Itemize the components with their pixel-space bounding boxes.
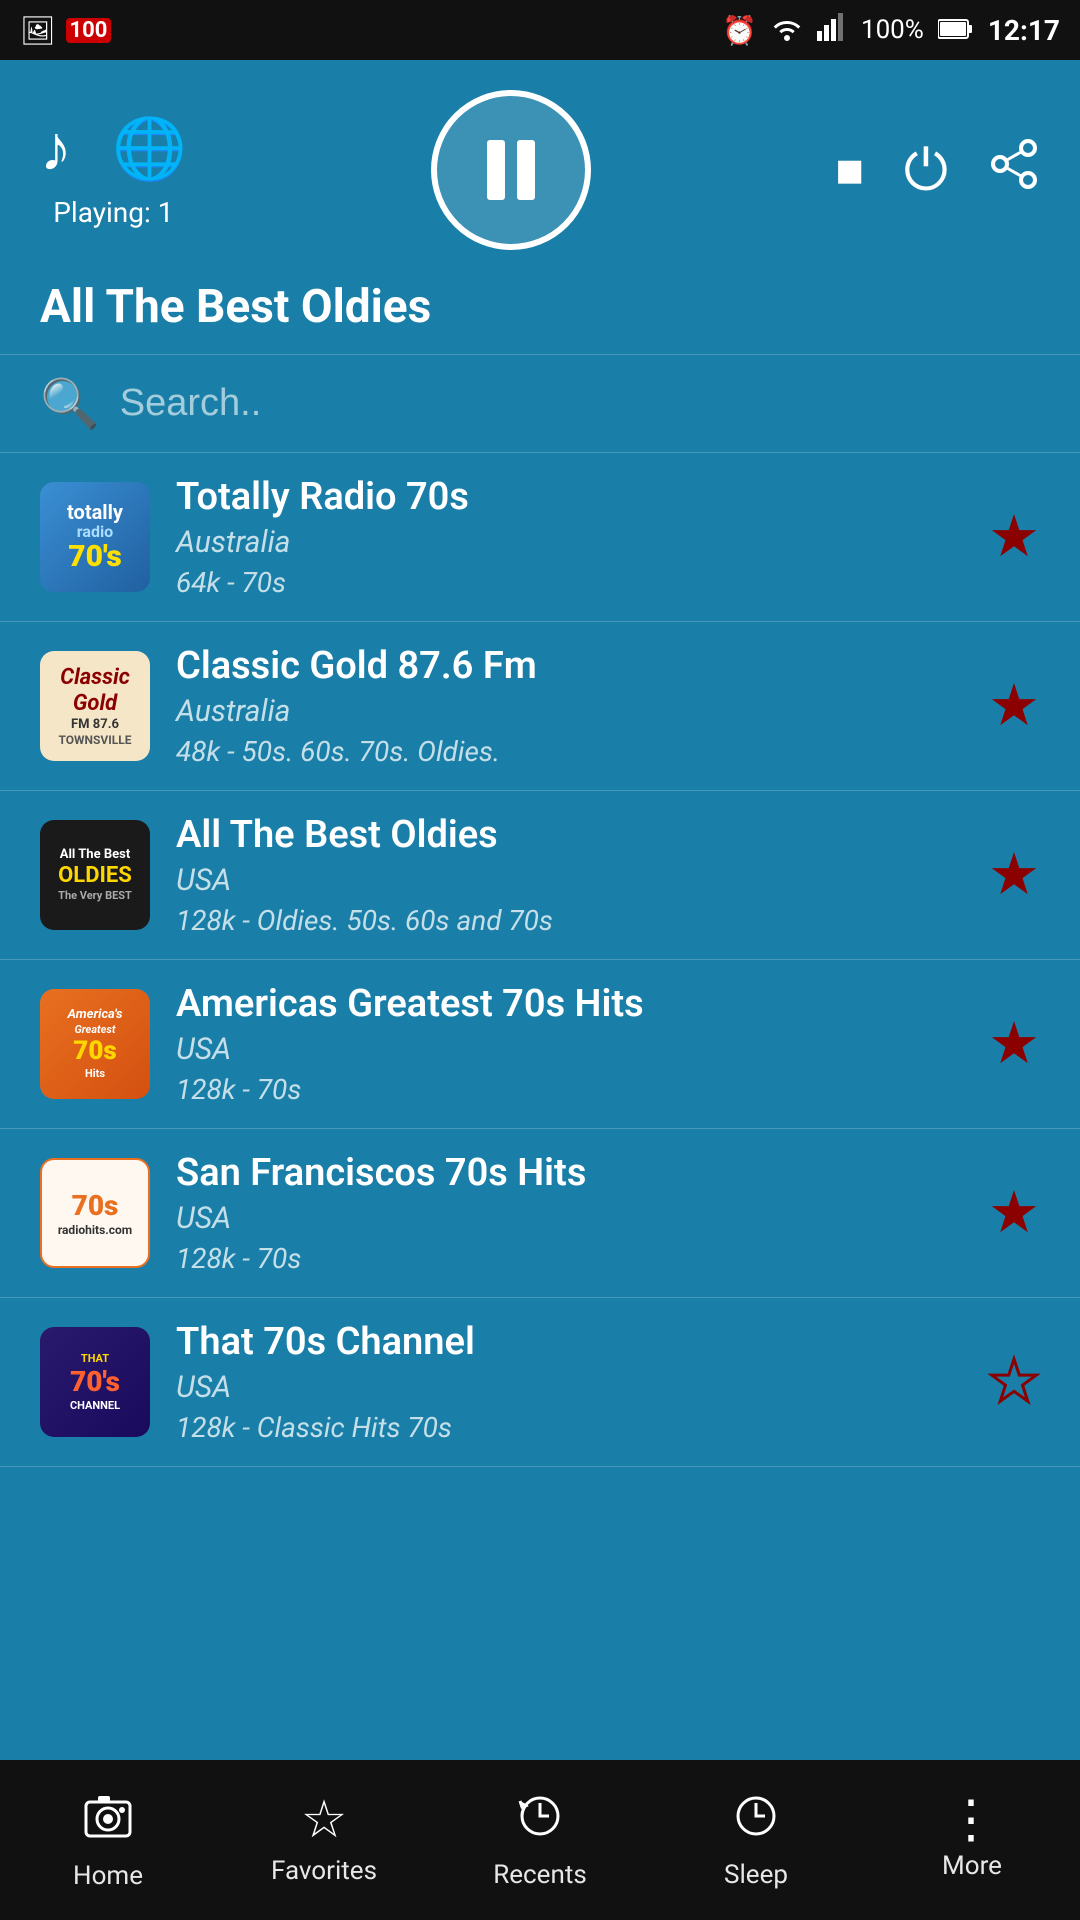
station-name: That 70s Channel — [176, 1320, 962, 1364]
station-bitrate: 64k - 70s — [176, 566, 962, 599]
status-right: ⏰ 100% 12:17 — [722, 13, 1060, 48]
player-header: ♪ 🌐 Playing: 1 ⏹ ⏻ — [0, 60, 1080, 270]
wifi-icon — [771, 13, 803, 48]
stop-button[interactable]: ⏹ — [836, 137, 864, 204]
share-button[interactable] — [988, 138, 1040, 203]
station-bitrate: 128k - 70s — [176, 1073, 962, 1106]
favorites-star-icon: ☆ — [301, 1794, 348, 1846]
list-item[interactable]: 70s radiohits.com San Franciscos 70s Hit… — [0, 1129, 1080, 1298]
station-info: That 70s Channel USA 128k - Classic Hits… — [176, 1320, 962, 1444]
nav-item-favorites[interactable]: ☆ Favorites — [216, 1794, 432, 1886]
station-bitrate: 128k - 70s — [176, 1242, 962, 1275]
list-item[interactable]: America's Greatest 70s Hits Americas Gre… — [0, 960, 1080, 1129]
favorite-star-5[interactable]: ★ — [988, 1184, 1040, 1242]
station-info: Americas Greatest 70s Hits USA 128k - 70… — [176, 982, 962, 1106]
station-info: Classic Gold 87.6 Fm Australia 48k - 50s… — [176, 644, 962, 768]
recents-icon — [515, 1791, 565, 1850]
favorite-star-6[interactable]: ★ — [988, 1353, 1040, 1411]
sleep-clock-icon — [731, 1791, 781, 1850]
list-item[interactable]: All The Best OLDIES The Very BEST All Th… — [0, 791, 1080, 960]
station-country: USA — [176, 1032, 962, 1067]
list-item[interactable]: Classic Gold FM 87.6 TOWNSVILLE Classic … — [0, 622, 1080, 791]
station-name: Totally Radio 70s — [176, 475, 962, 519]
station-bitrate: 128k - Classic Hits 70s — [176, 1411, 962, 1444]
station-name: Americas Greatest 70s Hits — [176, 982, 962, 1026]
search-bar[interactable]: 🔍 — [0, 355, 1080, 453]
station-country: Australia — [176, 525, 962, 560]
recents-label: Recents — [493, 1860, 587, 1890]
music-note-icon: ♪ — [40, 111, 72, 186]
list-item[interactable]: totally radio 70's Totally Radio 70s Aus… — [0, 453, 1080, 622]
station-info: All The Best Oldies USA 128k - Oldies. 5… — [176, 813, 962, 937]
playing-label: Playing: 1 — [53, 196, 173, 229]
battery-percent: 100% — [861, 15, 924, 45]
station-logo-americas: America's Greatest 70s Hits — [40, 989, 150, 1099]
more-label: More — [942, 1851, 1002, 1881]
station-title-bar: All The Best Oldies — [0, 270, 1080, 355]
battery-icon — [938, 14, 974, 47]
more-dots-icon: ⋮ — [945, 1799, 999, 1841]
search-input[interactable] — [120, 382, 1040, 425]
nav-item-more[interactable]: ⋮ More — [864, 1799, 1080, 1881]
main-content: ♪ 🌐 Playing: 1 ⏹ ⏻ — [0, 60, 1080, 1760]
pause-bar-right — [517, 140, 535, 200]
nav-item-home[interactable]: Home — [0, 1790, 216, 1891]
current-station-title: All The Best Oldies — [40, 280, 1040, 334]
nav-item-recents[interactable]: Recents — [432, 1791, 648, 1890]
player-left: ♪ 🌐 Playing: 1 — [40, 111, 187, 229]
station-logo-san-francisco: 70s radiohits.com — [40, 1158, 150, 1268]
globe-icon: 🌐 — [112, 113, 187, 184]
alarm-icon: ⏰ — [722, 14, 757, 47]
favorite-star-4[interactable]: ★ — [988, 1015, 1040, 1073]
status-bar: 🖼 100 ⏰ 100% 12:17 — [0, 0, 1080, 60]
pause-button[interactable] — [431, 90, 591, 250]
station-logo-that70s: THAT 70's CHANNEL — [40, 1327, 150, 1437]
home-icon — [82, 1790, 134, 1851]
station-country: USA — [176, 1370, 962, 1405]
player-controls-right: ⏹ ⏻ — [836, 137, 1040, 204]
station-info: Totally Radio 70s Australia 64k - 70s — [176, 475, 962, 599]
bottom-nav: Home ☆ Favorites Recents Sleep ⋮ More — [0, 1760, 1080, 1920]
station-country: USA — [176, 1201, 962, 1236]
time-display: 12:17 — [988, 14, 1060, 47]
station-list: totally radio 70's Totally Radio 70s Aus… — [0, 453, 1080, 1760]
status-left: 🖼 100 — [20, 14, 111, 47]
power-button[interactable]: ⏻ — [904, 137, 948, 204]
pause-bar-left — [487, 140, 505, 200]
station-logo-classic-gold: Classic Gold FM 87.6 TOWNSVILLE — [40, 651, 150, 761]
signal-icon — [817, 13, 847, 48]
station-bitrate: 128k - Oldies. 50s. 60s and 70s — [176, 904, 962, 937]
station-country: Australia — [176, 694, 962, 729]
radio-app-icon: 100 — [66, 18, 112, 43]
home-label: Home — [73, 1861, 143, 1891]
favorite-star-2[interactable]: ★ — [988, 677, 1040, 735]
photo-icon: 🖼 — [20, 14, 56, 47]
favorites-label: Favorites — [271, 1856, 377, 1886]
station-country: USA — [176, 863, 962, 898]
nav-item-sleep[interactable]: Sleep — [648, 1791, 864, 1890]
player-left-icons: ♪ 🌐 — [40, 111, 187, 186]
favorite-star-3[interactable]: ★ — [988, 846, 1040, 904]
pause-icon — [487, 140, 535, 200]
station-name: San Franciscos 70s Hits — [176, 1151, 962, 1195]
station-name: All The Best Oldies — [176, 813, 962, 857]
station-info: San Franciscos 70s Hits USA 128k - 70s — [176, 1151, 962, 1275]
station-name: Classic Gold 87.6 Fm — [176, 644, 962, 688]
search-icon: 🔍 — [40, 375, 100, 432]
station-logo-totally-radio: totally radio 70's — [40, 482, 150, 592]
station-logo-all-best-oldies: All The Best OLDIES The Very BEST — [40, 820, 150, 930]
sleep-label: Sleep — [724, 1860, 788, 1890]
list-item[interactable]: THAT 70's CHANNEL That 70s Channel USA 1… — [0, 1298, 1080, 1467]
favorite-star-1[interactable]: ★ — [988, 508, 1040, 566]
station-bitrate: 48k - 50s. 60s. 70s. Oldies. — [176, 735, 962, 768]
